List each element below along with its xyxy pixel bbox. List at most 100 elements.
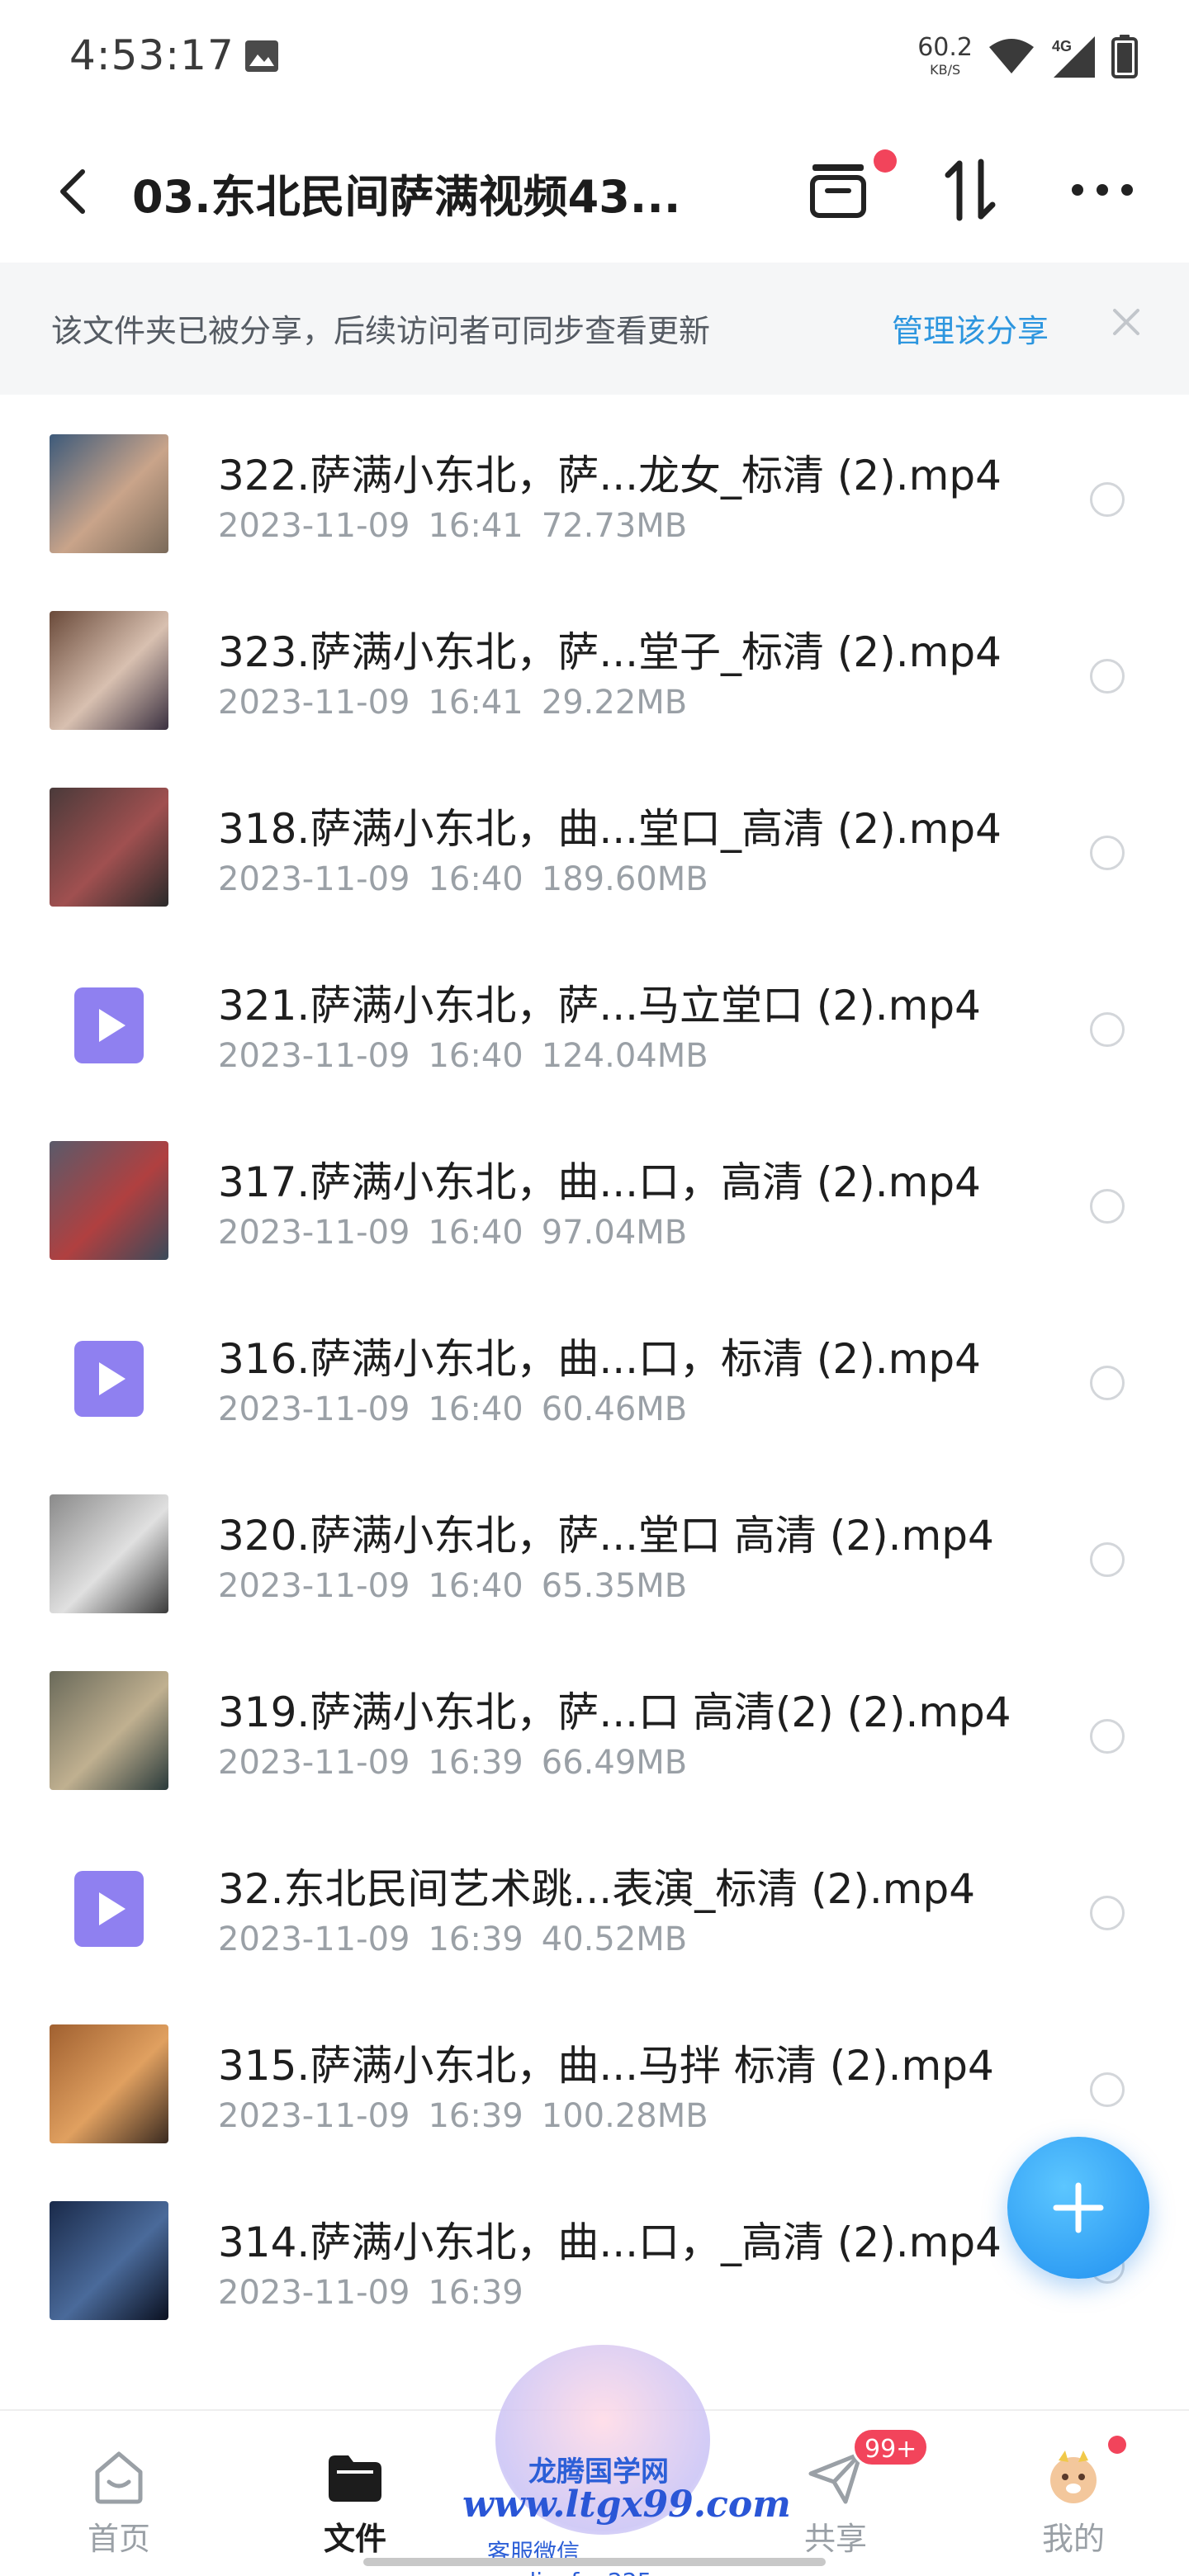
video-thumbnail <box>50 1671 168 1790</box>
net-speed-unit: KB/S <box>930 62 961 78</box>
file-size: 65.35MB <box>541 1567 688 1605</box>
file-size: 72.73MB <box>541 507 688 545</box>
close-icon[interactable] <box>1106 302 1146 342</box>
video-thumbnail <box>50 788 168 907</box>
network-type: 4G <box>1052 38 1072 54</box>
nav-me-label: 我的 <box>1041 2521 1105 2557</box>
file-row[interactable]: 315.萨满小东北，曲...马拌 标清 (2).mp4 2023-11-09 16:… <box>0 1986 1189 2163</box>
archive-button[interactable] <box>801 149 897 227</box>
file-date: 2023-11-09 <box>218 1390 410 1428</box>
nav-files[interactable]: 文件 <box>272 2411 438 2576</box>
play-icon <box>74 1871 144 1947</box>
file-time: 16:40 <box>428 1037 523 1075</box>
video-thumbnail <box>50 434 168 553</box>
file-time: 16:40 <box>428 860 523 898</box>
status-time: 4:53:17 <box>69 31 234 79</box>
file-meta: 2023-11-09 16:39 100.28MB <box>218 2097 727 2135</box>
archive-icon <box>810 164 866 218</box>
file-name: 321.萨满小东北，萨...马立堂口 (2).mp4 <box>218 982 981 1030</box>
file-name: 314.萨满小东北，曲...口，_高清 (2).mp4 <box>218 2218 1002 2266</box>
back-icon[interactable] <box>50 159 99 225</box>
file-name: 323.萨满小东北，萨...堂子_标清 (2).mp4 <box>218 628 1002 676</box>
file-size: 40.52MB <box>541 1920 688 1958</box>
wifi-icon <box>989 39 1034 73</box>
file-meta: 2023-11-09 16:39 40.52MB <box>218 1920 705 1958</box>
me-notification-dot <box>1108 2436 1126 2454</box>
nav-me[interactable]: 我的 <box>991 2411 1156 2576</box>
cellular-icon: 4G <box>1052 36 1095 78</box>
plus-icon <box>1053 2182 1104 2233</box>
play-icon <box>74 987 144 1063</box>
status-bar: 4:53:17 60.2 KB/S 4G <box>0 0 1189 107</box>
watermark: 龙腾国学网 www.ltgx99.com 客服微信 yanliaofan225 <box>462 2345 791 2576</box>
video-thumbnail <box>50 2201 168 2320</box>
select-radio[interactable] <box>1090 482 1125 517</box>
nav-home-label: 首页 <box>87 2521 150 2557</box>
file-time: 16:41 <box>428 507 523 545</box>
file-row[interactable]: 319.萨满小东北，萨...口 高清(2) (2).mp4 2023-11-09 1… <box>0 1633 1189 1810</box>
file-name: 315.萨满小东北，曲...马拌 标清 (2).mp4 <box>218 2042 994 2090</box>
file-row[interactable]: 316.萨满小东北，曲...口，标清 (2).mp4 2023-11-09 16:4… <box>0 1280 1189 1456</box>
file-name: 320.萨满小东北，萨...堂口 高清 (2).mp4 <box>218 1512 994 1560</box>
file-row[interactable]: 318.萨满小东北，曲...堂口_高清 (2).mp4 2023-11-09 16:… <box>0 750 1189 926</box>
file-name: 318.萨满小东北，曲...堂口_高清 (2).mp4 <box>218 805 1002 853</box>
select-radio[interactable] <box>1090 1896 1125 1930</box>
file-date: 2023-11-09 <box>218 2097 410 2135</box>
file-size: 100.28MB <box>541 2097 708 2135</box>
select-radio[interactable] <box>1090 659 1125 694</box>
file-date: 2023-11-09 <box>218 1037 410 1075</box>
file-date: 2023-11-09 <box>218 1567 410 1605</box>
more-icon <box>1072 184 1133 196</box>
select-radio[interactable] <box>1090 1542 1125 1577</box>
file-date: 2023-11-09 <box>218 1214 410 1252</box>
video-file-icon <box>50 1848 168 1967</box>
file-size: 97.04MB <box>541 1214 688 1252</box>
select-radio[interactable] <box>1090 1366 1125 1400</box>
select-radio[interactable] <box>1090 1012 1125 1047</box>
manage-share-link[interactable]: 管理该分享 <box>892 305 1049 351</box>
file-time: 16:39 <box>428 1744 523 1782</box>
more-button[interactable] <box>1065 153 1139 227</box>
video-thumbnail <box>50 1494 168 1613</box>
battery-icon <box>1111 35 1138 78</box>
file-time: 16:40 <box>428 1567 523 1605</box>
select-radio[interactable] <box>1090 836 1125 870</box>
add-button[interactable] <box>1007 2137 1149 2279</box>
select-radio[interactable] <box>1090 2072 1125 2107</box>
file-date: 2023-11-09 <box>218 684 410 722</box>
select-radio[interactable] <box>1090 1719 1125 1754</box>
watermark-url: www.ltgx99.com <box>462 2484 791 2526</box>
file-list-inner: 327.萨满小东北，萨...仙。标清 (2).mp42023-11-0916:4… <box>0 395 1189 2340</box>
file-date: 2023-11-09 <box>218 1744 410 1782</box>
file-list[interactable]: 327.萨满小东北，萨...仙。标清 (2).mp42023-11-0916:4… <box>0 395 1189 2409</box>
file-row[interactable]: 320.萨满小东北，萨...堂口 高清 (2).mp4 2023-11-09 16:… <box>0 1456 1189 1633</box>
file-date: 2023-11-09 <box>218 2274 410 2312</box>
home-indicator[interactable] <box>363 2558 826 2566</box>
video-thumbnail <box>50 611 168 730</box>
avatar-icon <box>1050 2451 1097 2503</box>
file-meta: 2023-11-09 16:41 29.22MB <box>218 684 705 722</box>
file-time: 16:40 <box>428 1390 523 1428</box>
file-meta: 2023-11-09 16:40 189.60MB <box>218 860 727 898</box>
notification-dot <box>874 149 897 173</box>
folder-icon <box>329 2455 381 2502</box>
file-row[interactable]: 322.萨满小东北，萨...龙女_标清 (2).mp4 2023-11-09 16:… <box>0 396 1189 573</box>
select-radio[interactable] <box>1090 1189 1125 1224</box>
file-name: 316.萨满小东北，曲...口，标清 (2).mp4 <box>218 1335 981 1383</box>
page-title: 03.东北民间萨满视频43... <box>132 171 681 223</box>
file-row[interactable]: 32.东北民间艺术跳...表演_标清 (2).mp4 2023-11-09 16:3… <box>0 1810 1189 1986</box>
sort-button[interactable] <box>933 153 1007 227</box>
share-badge: 99+ <box>852 2427 930 2467</box>
file-size: 189.60MB <box>541 860 708 898</box>
file-meta: 2023-11-09 16:40 97.04MB <box>218 1214 705 1252</box>
file-date: 2023-11-09 <box>218 507 410 545</box>
file-size: 124.04MB <box>541 1037 708 1075</box>
file-row[interactable]: 317.萨满小东北，曲...口，高清 (2).mp4 2023-11-09 16:4… <box>0 1103 1189 1280</box>
file-time: 16:40 <box>428 1214 523 1252</box>
net-speed-value: 60.2 <box>917 33 973 62</box>
nav-home[interactable]: 首页 <box>36 2411 201 2576</box>
file-row[interactable]: 323.萨满小东北，萨...堂子_标清 (2).mp4 2023-11-09 16:… <box>0 573 1189 750</box>
file-time: 16:39 <box>428 1920 523 1958</box>
file-meta: 2023-11-09 16:40 60.46MB <box>218 1390 705 1428</box>
file-row[interactable]: 321.萨满小东北，萨...马立堂口 (2).mp4 2023-11-09 16:4… <box>0 926 1189 1103</box>
